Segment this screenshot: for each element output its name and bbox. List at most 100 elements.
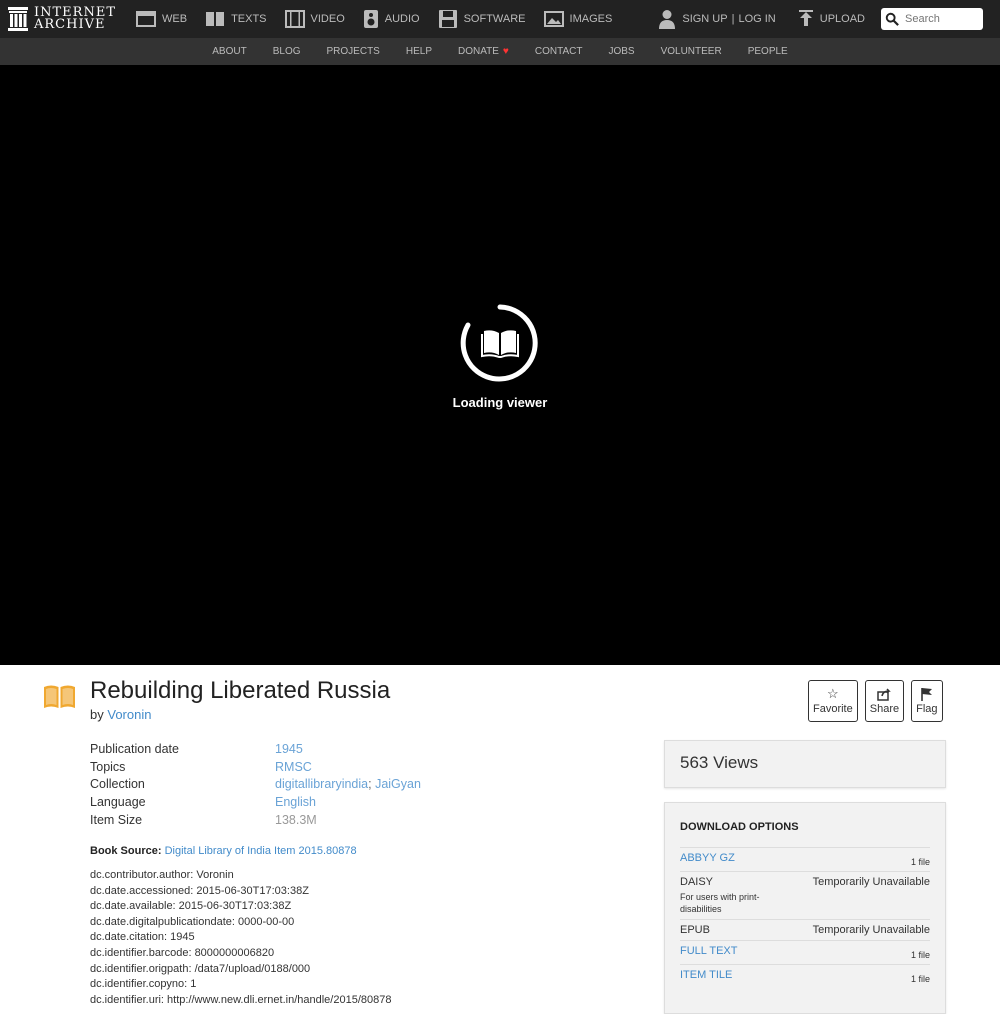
item-size-value: 138.3M bbox=[275, 813, 317, 828]
logo-line-2: ARCHIVE bbox=[34, 17, 106, 32]
dc-metadata-list: dc.contributor.author: Voronin dc.date.a… bbox=[90, 868, 391, 1008]
subnav-blog[interactable]: BLOG bbox=[273, 46, 301, 57]
meta-key: Collection bbox=[90, 777, 145, 792]
download-row-epub: EPUB Temporarily Unavailable bbox=[680, 919, 930, 940]
subnav-help[interactable]: HELP bbox=[406, 46, 432, 57]
book-viewer[interactable]: Loading viewer bbox=[0, 65, 1000, 665]
publication-date-link[interactable]: 1945 bbox=[275, 742, 303, 756]
meta-key: Topics bbox=[90, 759, 126, 774]
user-area: SIGN UP | LOG IN bbox=[658, 9, 776, 29]
texts-icon bbox=[206, 12, 225, 26]
subnav-contact[interactable]: CONTACT bbox=[535, 46, 583, 57]
download-row-daisy: DAISY For users with print-disabilities … bbox=[680, 871, 930, 919]
dc-line: dc.date.digitalpublicationdate: 0000-00-… bbox=[90, 915, 295, 928]
loading-viewer-text: Loading viewer bbox=[452, 395, 548, 410]
flag-button[interactable]: Flag bbox=[911, 680, 943, 722]
search-icon bbox=[885, 12, 899, 26]
nav-software[interactable]: SOFTWARE bbox=[438, 9, 526, 29]
collection-link-2[interactable]: JaiGyan bbox=[375, 777, 421, 791]
download-row-itemtile: ITEM TILE 1 file bbox=[680, 964, 930, 988]
book-source-link[interactable]: Digital Library of India Item 2015.80878 bbox=[165, 845, 357, 857]
dc-line: dc.date.accessioned: 2015-06-30T17:03:38… bbox=[90, 884, 309, 897]
download-row-fulltext: FULL TEXT 1 file bbox=[680, 940, 930, 964]
download-options-title: DOWNLOAD OPTIONS bbox=[680, 821, 799, 833]
share-label: Share bbox=[869, 702, 900, 715]
sub-nav: ABOUT BLOG PROJECTS HELP DONATE ♥ CONTACT… bbox=[0, 38, 1000, 65]
share-icon bbox=[877, 687, 892, 701]
subnav-projects[interactable]: PROJECTS bbox=[327, 46, 380, 57]
item-byline: by Voronin bbox=[90, 707, 151, 722]
meta-item-size: Item Size 138.3M bbox=[90, 811, 421, 829]
download-daisy-label: DAISY bbox=[680, 876, 714, 888]
favorite-button[interactable]: ☆ Favorite bbox=[808, 680, 858, 722]
logo-text: INTERNET ARCHIVE bbox=[34, 6, 116, 32]
dc-line: dc.identifier.origpath: /data7/upload/01… bbox=[90, 962, 311, 975]
download-list: ABBYY GZ 1 file DAISY For users with pri… bbox=[680, 847, 930, 988]
by-label: by bbox=[90, 707, 104, 722]
file-count: 1 file bbox=[910, 857, 930, 867]
subnav-donate[interactable]: DONATE ♥ bbox=[458, 46, 509, 57]
download-fulltext-link[interactable]: FULL TEXT bbox=[680, 945, 737, 960]
daisy-status: Temporarily Unavailable bbox=[812, 876, 930, 888]
internet-archive-logo[interactable]: INTERNET ARCHIVE bbox=[8, 6, 118, 32]
subnav-about[interactable]: ABOUT bbox=[212, 46, 246, 57]
nav-audio[interactable]: AUDIO bbox=[363, 9, 420, 29]
daisy-note: For users with print-disabilities bbox=[680, 892, 760, 914]
book-source-label: Book Source: bbox=[90, 845, 162, 857]
upload-label: UPLOAD bbox=[819, 13, 865, 25]
subnav-jobs[interactable]: JOBS bbox=[608, 46, 634, 57]
archive-building-icon bbox=[8, 7, 28, 31]
dc-line: dc.date.citation: 1945 bbox=[90, 931, 195, 944]
meta-key: Publication date bbox=[90, 741, 179, 756]
login-link[interactable]: LOG IN bbox=[738, 13, 775, 25]
flag-label: Flag bbox=[916, 703, 938, 715]
subnav-people[interactable]: PEOPLE bbox=[748, 46, 788, 57]
nav-video-label: VIDEO bbox=[310, 13, 345, 25]
nav-images-label: IMAGES bbox=[569, 13, 613, 25]
nav-software-label: SOFTWARE bbox=[463, 13, 526, 25]
topic-link[interactable]: RMSC bbox=[275, 760, 312, 774]
user-separator: | bbox=[731, 13, 735, 25]
book-source: Book Source: Digital Library of India It… bbox=[90, 845, 357, 857]
flag-icon bbox=[921, 688, 932, 701]
download-itemtile-link[interactable]: ITEM TILE bbox=[680, 969, 732, 984]
collection-separator: ; bbox=[368, 777, 372, 792]
dc-line: dc.date.available: 2015-06-30T17:03:38Z bbox=[90, 900, 292, 913]
loading-spinner-icon bbox=[460, 304, 538, 382]
item-actions: ☆ Favorite Share Flag bbox=[808, 680, 950, 722]
images-icon bbox=[543, 11, 564, 27]
web-icon bbox=[136, 11, 156, 27]
subnav-donate-label: DONATE bbox=[457, 46, 499, 57]
item-metadata: Publication date 1945 Topics RMSC Collec… bbox=[90, 740, 421, 829]
upload-button[interactable]: UPLOAD bbox=[798, 10, 865, 28]
collection-link-1[interactable]: digitallibraryindia bbox=[275, 777, 368, 791]
favorite-label: Favorite bbox=[813, 703, 853, 715]
views-count: 563 Views bbox=[680, 753, 759, 772]
meta-collection: Collection digitallibraryindia; JaiGyan bbox=[90, 776, 421, 794]
search-input[interactable] bbox=[903, 12, 983, 26]
share-button[interactable]: Share bbox=[864, 680, 905, 722]
signup-link[interactable]: SIGN UP bbox=[682, 13, 727, 25]
dc-line: dc.identifier.copyno: 1 bbox=[90, 978, 197, 991]
nav-video[interactable]: VIDEO bbox=[284, 10, 345, 28]
nav-audio-label: AUDIO bbox=[384, 13, 420, 25]
meta-language: Language English bbox=[90, 793, 421, 811]
nav-web[interactable]: WEB bbox=[136, 11, 187, 27]
user-icon bbox=[659, 10, 676, 29]
nav-images[interactable]: IMAGES bbox=[543, 11, 613, 27]
meta-topics: Topics RMSC bbox=[90, 758, 421, 776]
author-link[interactable]: Voronin bbox=[107, 707, 151, 722]
meta-key: Language bbox=[90, 795, 146, 810]
subnav-volunteer[interactable]: VOLUNTEER bbox=[661, 46, 722, 57]
heart-icon: ♥ bbox=[502, 46, 509, 57]
software-icon bbox=[438, 10, 457, 28]
daisy-info: DAISY For users with print-disabilities bbox=[680, 876, 790, 915]
item-title: Rebuilding Liberated Russia bbox=[90, 677, 391, 704]
star-icon: ☆ bbox=[827, 686, 839, 701]
video-icon bbox=[284, 10, 305, 28]
nav-texts[interactable]: TEXTS bbox=[205, 11, 267, 27]
language-link[interactable]: English bbox=[275, 795, 316, 809]
dc-line: dc.identifier.barcode: 8000000006820 bbox=[90, 946, 275, 959]
dc-line: dc.identifier.uri: http://www.new.dli.er… bbox=[90, 993, 392, 1006]
download-abbyy-link[interactable]: ABBYY GZ bbox=[680, 852, 735, 867]
